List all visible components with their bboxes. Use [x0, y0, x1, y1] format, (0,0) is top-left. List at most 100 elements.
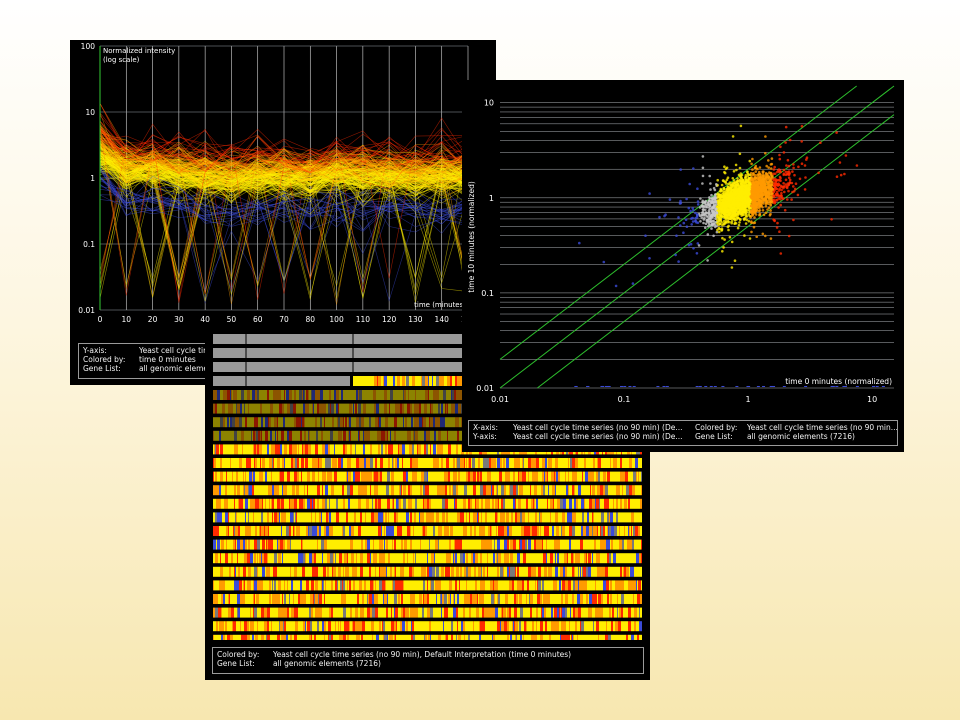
heatmap-cell — [426, 430, 428, 441]
heatmap-cell — [504, 485, 506, 496]
heatmap-cell — [385, 485, 386, 496]
heatmap-cell — [421, 566, 423, 577]
heatmap-cell — [243, 471, 244, 482]
heatmap-cell — [625, 498, 627, 509]
heatmap-cell — [308, 458, 310, 468]
heatmap-cell — [267, 512, 269, 523]
heatmap-cell — [306, 553, 309, 564]
heatmap-cell — [344, 512, 346, 523]
heatmap-cell — [292, 430, 295, 441]
heatmap-cell — [522, 526, 524, 536]
heatmap-cell — [451, 634, 453, 640]
heatmap-cell — [315, 607, 317, 618]
heatmap-cell — [318, 444, 321, 455]
heatmap-cell — [367, 621, 370, 632]
heatmap-cell — [509, 553, 510, 564]
heatmap-cell — [636, 621, 638, 632]
heatmap-cell — [217, 403, 220, 414]
heatmap-cell — [500, 458, 502, 468]
heatmap-cell — [634, 539, 637, 550]
heatmap-cell — [296, 403, 299, 414]
heatmap-cell — [559, 580, 561, 591]
heatmap-cell — [437, 553, 439, 564]
heatmap-cell — [331, 390, 334, 400]
heatmap-cell — [366, 403, 369, 414]
heatmap-cell — [302, 498, 303, 509]
heatmap-cell — [264, 553, 267, 564]
heatmap-cell — [628, 512, 630, 523]
heatmap-cell — [352, 634, 353, 640]
heatmap-cell — [357, 498, 358, 509]
heatmap-cell — [419, 607, 422, 618]
heatmap-cell — [225, 621, 227, 632]
heatmap-cell — [246, 458, 249, 468]
heatmap-cell — [413, 526, 414, 536]
heatmap-cell — [581, 621, 584, 632]
heatmap-cell — [294, 621, 295, 632]
heatmap-cell — [636, 512, 639, 523]
heatmap-cell — [244, 390, 247, 400]
heatmap-cell — [305, 539, 308, 550]
heatmap-cell — [630, 498, 633, 509]
heatmap-cell — [250, 539, 252, 550]
heatmap-cell — [394, 417, 397, 428]
heatmap-cell — [628, 607, 631, 618]
heatmap-cell — [270, 553, 272, 564]
heatmap-cell — [401, 390, 403, 400]
heatmap-cell — [486, 594, 489, 604]
heatmap-cell — [340, 444, 341, 455]
heatmap-cell — [244, 430, 245, 441]
heatmap-cell — [255, 471, 257, 482]
heatmap-cell — [386, 607, 388, 618]
heatmap-cell — [573, 553, 574, 564]
heatmap-cell — [263, 498, 265, 509]
heatmap-cell — [557, 498, 560, 509]
heatmap-cell — [287, 403, 290, 414]
heatmap-cell — [315, 580, 318, 591]
heatmap-cell — [455, 403, 458, 414]
heatmap-cell — [475, 512, 477, 523]
heatmap-cell — [262, 471, 263, 482]
heatmap-cell — [603, 526, 605, 536]
heatmap-cell — [567, 566, 569, 577]
heatmap-cell — [226, 594, 228, 604]
heatmap-cell — [417, 390, 420, 400]
heatmap-cell — [374, 376, 376, 386]
heatmap-cell — [220, 417, 223, 428]
heatmap-cell — [230, 634, 233, 640]
heatmap-cell — [277, 553, 278, 564]
heatmap-cell — [284, 444, 287, 455]
heatmap-cell — [379, 403, 380, 414]
heatmap-cell — [398, 498, 399, 509]
heatmap-cell — [272, 471, 274, 482]
heatmap-cell — [267, 607, 270, 618]
heatmap-cell — [387, 566, 388, 577]
heatmap-cell — [497, 526, 498, 536]
heatmap-cell — [312, 471, 315, 482]
heatmap-cell — [638, 471, 639, 482]
heatmap-cell — [620, 566, 622, 577]
heatmap-cell — [538, 580, 541, 591]
heatmap-cell — [222, 390, 223, 400]
heatmap-cell — [460, 566, 462, 577]
heatmap-cell — [457, 471, 458, 482]
y-tick-label: 10 — [85, 108, 95, 117]
heatmap-cell — [544, 471, 545, 482]
heatmap-cell — [623, 580, 624, 591]
heatmap-cell — [596, 621, 599, 632]
heatmap-cell — [297, 498, 299, 509]
heatmap-cell — [226, 566, 229, 577]
heatmap-cell — [585, 471, 588, 482]
heatmap-cell — [395, 458, 397, 468]
heatmap-cell — [426, 566, 427, 577]
heatmap-cell — [253, 471, 255, 482]
heatmap-cell — [363, 430, 364, 441]
heatmap-cell — [458, 376, 461, 386]
heatmap-cell — [224, 512, 225, 523]
heatmap-cell — [417, 566, 418, 577]
heatmap-cell — [495, 607, 498, 618]
heatmap-cell — [546, 607, 549, 618]
heatmap-cell — [270, 403, 272, 414]
heatmap-cell — [565, 539, 568, 550]
heatmap-cell — [599, 621, 601, 632]
